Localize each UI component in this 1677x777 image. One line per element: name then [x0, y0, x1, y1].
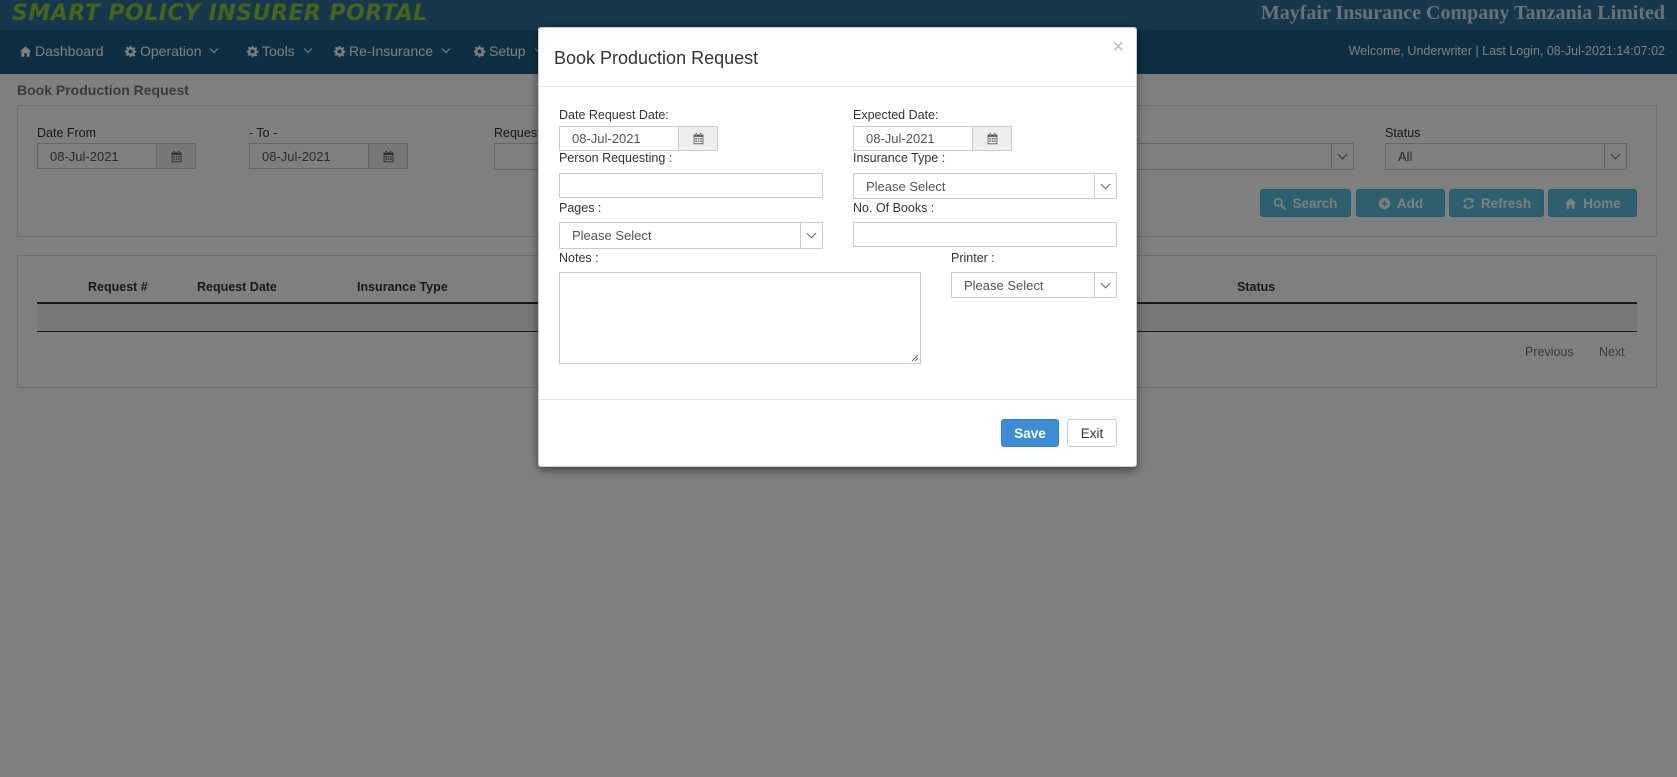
calendar-icon: [692, 132, 705, 145]
pages-label: Pages :: [559, 201, 602, 215]
exit-button[interactable]: Exit: [1067, 419, 1117, 447]
pages-value: Please Select: [572, 228, 652, 243]
close-icon[interactable]: ×: [1112, 37, 1124, 57]
notes-textarea[interactable]: [559, 272, 921, 364]
insurance-type-value: Please Select: [866, 179, 946, 194]
resize-grip-icon[interactable]: [911, 354, 919, 362]
expected-date-calendar[interactable]: [972, 126, 1012, 151]
chevron-down-icon: [1094, 273, 1116, 297]
notes-label: Notes :: [559, 251, 599, 265]
modal-title: Book Production Request: [554, 48, 759, 68]
calendar-icon: [986, 132, 999, 145]
no-of-books-input[interactable]: [853, 222, 1117, 247]
person-requesting-input[interactable]: [559, 173, 823, 198]
modal-header-divider: [539, 86, 1136, 87]
insurance-type-select[interactable]: Please Select: [853, 173, 1117, 199]
date-request-input[interactable]: 08-Jul-2021: [559, 126, 679, 151]
insurance-type-label: Insurance Type :: [853, 151, 946, 165]
chevron-down-icon: [1094, 174, 1116, 198]
chevron-down-icon: [800, 223, 822, 248]
person-requesting-label: Person Requesting :: [559, 151, 673, 165]
save-button[interactable]: Save: [1001, 419, 1059, 447]
printer-label: Printer :: [951, 251, 995, 265]
pages-select[interactable]: Please Select: [559, 222, 823, 249]
expected-date-input[interactable]: 08-Jul-2021: [853, 126, 973, 151]
modal-footer-divider: [539, 399, 1136, 400]
printer-select[interactable]: Please Select: [951, 272, 1117, 298]
expected-date-label: Expected Date:: [853, 108, 939, 122]
date-request-label: Date Request Date:: [559, 108, 669, 122]
book-production-modal: Book Production Request × Date Request D…: [538, 27, 1137, 467]
no-of-books-label: No. Of Books :: [853, 201, 935, 215]
date-request-calendar[interactable]: [678, 126, 718, 151]
printer-value: Please Select: [964, 278, 1044, 293]
